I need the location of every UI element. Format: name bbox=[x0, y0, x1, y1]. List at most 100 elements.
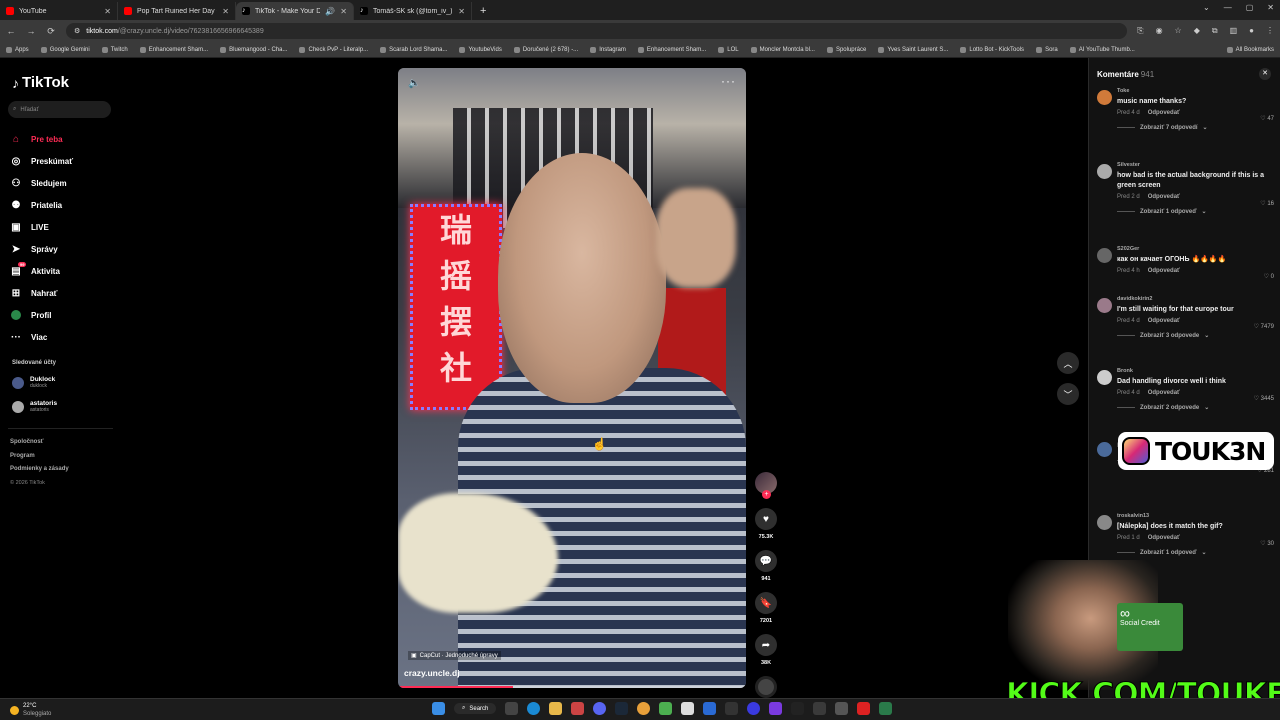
save-button[interactable]: 🔖 7201 bbox=[753, 592, 779, 624]
discord-icon[interactable] bbox=[593, 702, 607, 715]
sidepanel-icon[interactable]: ▥ bbox=[1230, 26, 1238, 36]
show-replies-button[interactable]: Zobraziť 3 odpovede⌄ bbox=[1117, 332, 1277, 339]
app-icon[interactable] bbox=[813, 702, 827, 715]
browser-tab-active[interactable]: ♪TikTok - Make Your Day🔊✕ bbox=[236, 2, 354, 20]
browser-tab[interactable]: ♪Tomáš-SK sk (@tom_iv_) | TikTo✕ bbox=[354, 2, 472, 20]
browser-tab[interactable]: YouTube ✕ bbox=[0, 2, 118, 20]
app-icon[interactable] bbox=[835, 702, 849, 715]
reply-button[interactable]: Odpovedať bbox=[1148, 268, 1180, 274]
taskview-icon[interactable] bbox=[505, 702, 519, 715]
bookmark-item[interactable]: Instagram bbox=[590, 46, 626, 53]
minimize-icon[interactable]: — bbox=[1224, 3, 1232, 12]
more-options-icon[interactable]: ··· bbox=[721, 74, 736, 88]
reply-button[interactable]: Odpovedať bbox=[1148, 194, 1180, 200]
bookmark-item[interactable]: Lotto Bot - KickTools bbox=[960, 46, 1024, 53]
reply-button[interactable]: Odpovedať bbox=[1148, 110, 1180, 116]
app-icon[interactable] bbox=[681, 702, 695, 715]
comment-user[interactable]: davidkokirin2 bbox=[1117, 296, 1277, 302]
sidebar-item-aktivita[interactable]: ▤ 99 Aktivita bbox=[10, 260, 73, 282]
windows-start-icon[interactable] bbox=[432, 702, 445, 715]
sidebar-item-sledujem[interactable]: ⚇ Sledujem bbox=[10, 172, 73, 194]
app-icon[interactable] bbox=[791, 702, 805, 715]
steam-icon[interactable] bbox=[615, 702, 629, 715]
comment-user[interactable]: Bronk bbox=[1117, 368, 1277, 374]
footer-link-terms[interactable]: Podmienky a zásady bbox=[10, 463, 69, 477]
install-icon[interactable]: ⎘ bbox=[1137, 26, 1143, 36]
back-icon[interactable]: ← bbox=[6, 26, 16, 36]
volume-icon[interactable]: 🔈 bbox=[408, 78, 420, 89]
comment-user[interactable]: Toke bbox=[1117, 88, 1277, 94]
audio-icon[interactable]: 🔊 bbox=[325, 7, 335, 16]
video-author[interactable]: crazy.uncle.dj bbox=[404, 668, 460, 678]
previous-video-button[interactable]: ︿ bbox=[1057, 352, 1079, 374]
profile-avatar-icon[interactable]: ● bbox=[1249, 26, 1254, 36]
app-icon[interactable] bbox=[703, 702, 717, 715]
sidebar-item-profil[interactable]: Profil bbox=[10, 304, 73, 326]
footer-link-company[interactable]: Spoločnosť bbox=[10, 436, 69, 450]
bookmark-item[interactable]: AI YouTube Thumb... bbox=[1069, 46, 1135, 53]
capcut-label[interactable]: ▣ CapCut · Jednoduché úpravy bbox=[408, 651, 501, 660]
chevron-down-icon[interactable]: ⌄ bbox=[1203, 3, 1210, 12]
sidebar-item-preskumat[interactable]: ◎ Preskúmať bbox=[10, 150, 73, 172]
bookmark-item[interactable]: Scarab Lord Shama... bbox=[380, 46, 447, 53]
show-replies-button[interactable]: Zobraziť 2 odpovede ⌄ bbox=[1117, 404, 1277, 411]
search-input[interactable]: ⌕ Hľadať bbox=[8, 101, 111, 118]
forward-icon[interactable]: → bbox=[26, 26, 36, 36]
avatar[interactable] bbox=[1097, 370, 1112, 385]
bookmark-item[interactable]: YoutubeVids bbox=[459, 46, 502, 53]
menu-icon[interactable]: ⋮ bbox=[1266, 26, 1274, 36]
bookmark-item[interactable]: Enhancement Sham... bbox=[637, 46, 706, 53]
bookmark-item[interactable]: Bluemangood - Cha... bbox=[220, 46, 287, 53]
close-tab-icon[interactable]: ✕ bbox=[222, 7, 229, 16]
sidebar-item-spravy[interactable]: ➤ Správy bbox=[10, 238, 73, 260]
chrome-icon[interactable] bbox=[637, 702, 651, 715]
bookmark-item[interactable]: LOL bbox=[718, 46, 739, 53]
avatar[interactable] bbox=[1097, 442, 1112, 457]
video-player[interactable]: 瑞 摇 摆 社 🔈 ··· ▣ CapCut · Jednoduché úprav… bbox=[398, 68, 746, 688]
bookmark-item[interactable]: Yves Saint Laurent S... bbox=[878, 46, 948, 53]
sidebar-item-nahrat[interactable]: ⊞ Nahrať bbox=[10, 282, 73, 304]
comment-like-button[interactable]: ♡ 3445 bbox=[1254, 395, 1274, 402]
bookmark-item[interactable]: Check PvP - Literalp... bbox=[299, 46, 368, 53]
app-icon[interactable] bbox=[857, 702, 871, 715]
sidebar-item-viac[interactable]: ··· Viac bbox=[10, 326, 73, 348]
app-icon[interactable] bbox=[659, 702, 673, 715]
app-icon[interactable] bbox=[769, 702, 783, 715]
bookmark-item[interactable]: Sora bbox=[1036, 46, 1058, 53]
app-icon[interactable] bbox=[571, 702, 585, 715]
video-progress-bar[interactable] bbox=[398, 686, 746, 688]
comment-like-button[interactable]: ♡ 30 bbox=[1260, 540, 1274, 547]
sidebar-item-pre-teba[interactable]: ⌂ Pre teba bbox=[10, 128, 73, 150]
address-bar[interactable]: ⚙ tiktok.com/@crazy.uncle.dj/video/76238… bbox=[66, 23, 1128, 39]
avatar[interactable] bbox=[1097, 90, 1112, 105]
show-replies-button[interactable]: Zobraziť 7 odpovedí ⌄ bbox=[1117, 124, 1277, 131]
show-replies-button[interactable]: Zobraziť 1 odpoveď ⌄ bbox=[1117, 208, 1277, 215]
comment-like-button[interactable]: ♡ 47 bbox=[1260, 115, 1274, 122]
sidebar-item-live[interactable]: ▣ LIVE bbox=[10, 216, 73, 238]
follow-plus-icon[interactable]: + bbox=[762, 490, 771, 499]
following-account[interactable]: astatoris astatoris bbox=[12, 400, 57, 413]
comment-button[interactable]: 💬 941 bbox=[753, 550, 779, 582]
app-icon[interactable] bbox=[879, 702, 893, 715]
creator-avatar[interactable]: + bbox=[755, 472, 777, 499]
site-info-icon[interactable]: ⚙ bbox=[74, 27, 80, 35]
comment-like-button[interactable]: ♡ 16 bbox=[1260, 200, 1274, 207]
maximize-icon[interactable]: ▢ bbox=[1246, 3, 1254, 12]
app-icon[interactable] bbox=[725, 702, 739, 715]
avatar[interactable] bbox=[1097, 298, 1112, 313]
music-disc[interactable] bbox=[755, 676, 777, 698]
share-button[interactable]: ➦ 38K bbox=[753, 634, 779, 666]
comment-like-button[interactable]: ♡ 7479 bbox=[1254, 323, 1274, 330]
reply-button[interactable]: Odpovedať bbox=[1148, 318, 1180, 324]
avatar[interactable] bbox=[1097, 248, 1112, 263]
bookmark-item[interactable]: Apps bbox=[6, 46, 29, 53]
tiktok-logo[interactable]: ♪ TikTok bbox=[12, 74, 69, 91]
reload-icon[interactable]: ⟳ bbox=[46, 26, 56, 37]
weather-widget[interactable]: 22°C Soleggiato bbox=[10, 702, 51, 718]
browser-tab[interactable]: Pop Tart Ruined Her Day - YouT✕ bbox=[118, 2, 236, 20]
close-comments-button[interactable]: ✕ bbox=[1259, 68, 1271, 80]
next-video-button[interactable]: ﹀ bbox=[1057, 383, 1079, 405]
sidebar-item-priatelia[interactable]: ⚉ Priatelia bbox=[10, 194, 73, 216]
new-tab-button[interactable]: + bbox=[472, 2, 494, 20]
bookmark-item[interactable]: Twitch bbox=[101, 46, 128, 53]
